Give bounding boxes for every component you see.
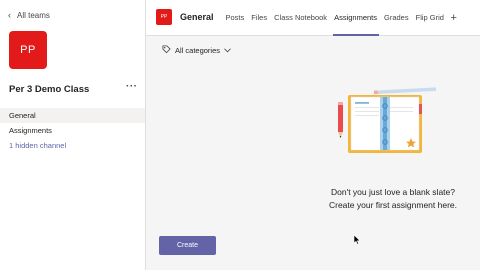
- tab-grades[interactable]: Grades: [381, 0, 413, 36]
- more-options-button[interactable]: ···: [126, 81, 138, 92]
- channel-item-assignments[interactable]: Assignments: [0, 123, 145, 138]
- filter-label: All categories: [175, 46, 221, 55]
- tag-icon: [162, 45, 171, 56]
- add-tab-button[interactable]: +: [447, 0, 459, 36]
- create-assignment-button[interactable]: Create: [159, 236, 216, 255]
- channel-header: PP General Posts Files Class Notebook As…: [146, 0, 480, 36]
- empty-state-message: Don't you just love a blank slate? Creat…: [306, 186, 480, 212]
- tab-bar: Posts Files Class Notebook Assignments G…: [222, 0, 460, 36]
- empty-state-line-1: Don't you just love a blank slate?: [330, 187, 455, 197]
- channel-avatar: PP: [156, 9, 172, 25]
- channel-label: General: [9, 111, 36, 120]
- tab-files[interactable]: Files: [248, 0, 271, 36]
- chevron-down-icon: [224, 46, 231, 55]
- team-avatar: PP: [9, 31, 47, 69]
- tab-assignments[interactable]: Assignments: [331, 0, 381, 36]
- back-to-all-teams[interactable]: ‹ All teams: [8, 10, 50, 21]
- category-filter-dropdown[interactable]: All categories: [162, 45, 231, 56]
- channel-list: General Assignments 1 hidden channel: [0, 108, 145, 153]
- channel-title: General: [180, 12, 214, 22]
- mouse-cursor-icon: [354, 235, 361, 245]
- back-label: All teams: [17, 11, 50, 20]
- main-area: PP General Posts Files Class Notebook As…: [146, 0, 480, 270]
- sidebar: ‹ All teams PP Per 3 Demo Class ··· Gene…: [0, 0, 146, 270]
- tab-flip-grid[interactable]: Flip Grid: [412, 0, 447, 36]
- chevron-left-icon: ‹: [8, 10, 11, 20]
- hidden-channels-link[interactable]: 1 hidden channel: [0, 138, 145, 153]
- team-name: Per 3 Demo Class: [9, 84, 90, 95]
- empty-state-line-2: Create your first assignment here.: [328, 200, 458, 210]
- tab-class-notebook[interactable]: Class Notebook: [271, 0, 331, 36]
- channel-item-general[interactable]: General: [0, 108, 145, 123]
- notebook-illustration: [338, 87, 436, 153]
- channel-label: 1 hidden channel: [9, 141, 67, 150]
- channel-label: Assignments: [9, 126, 52, 135]
- tab-posts[interactable]: Posts: [222, 0, 248, 36]
